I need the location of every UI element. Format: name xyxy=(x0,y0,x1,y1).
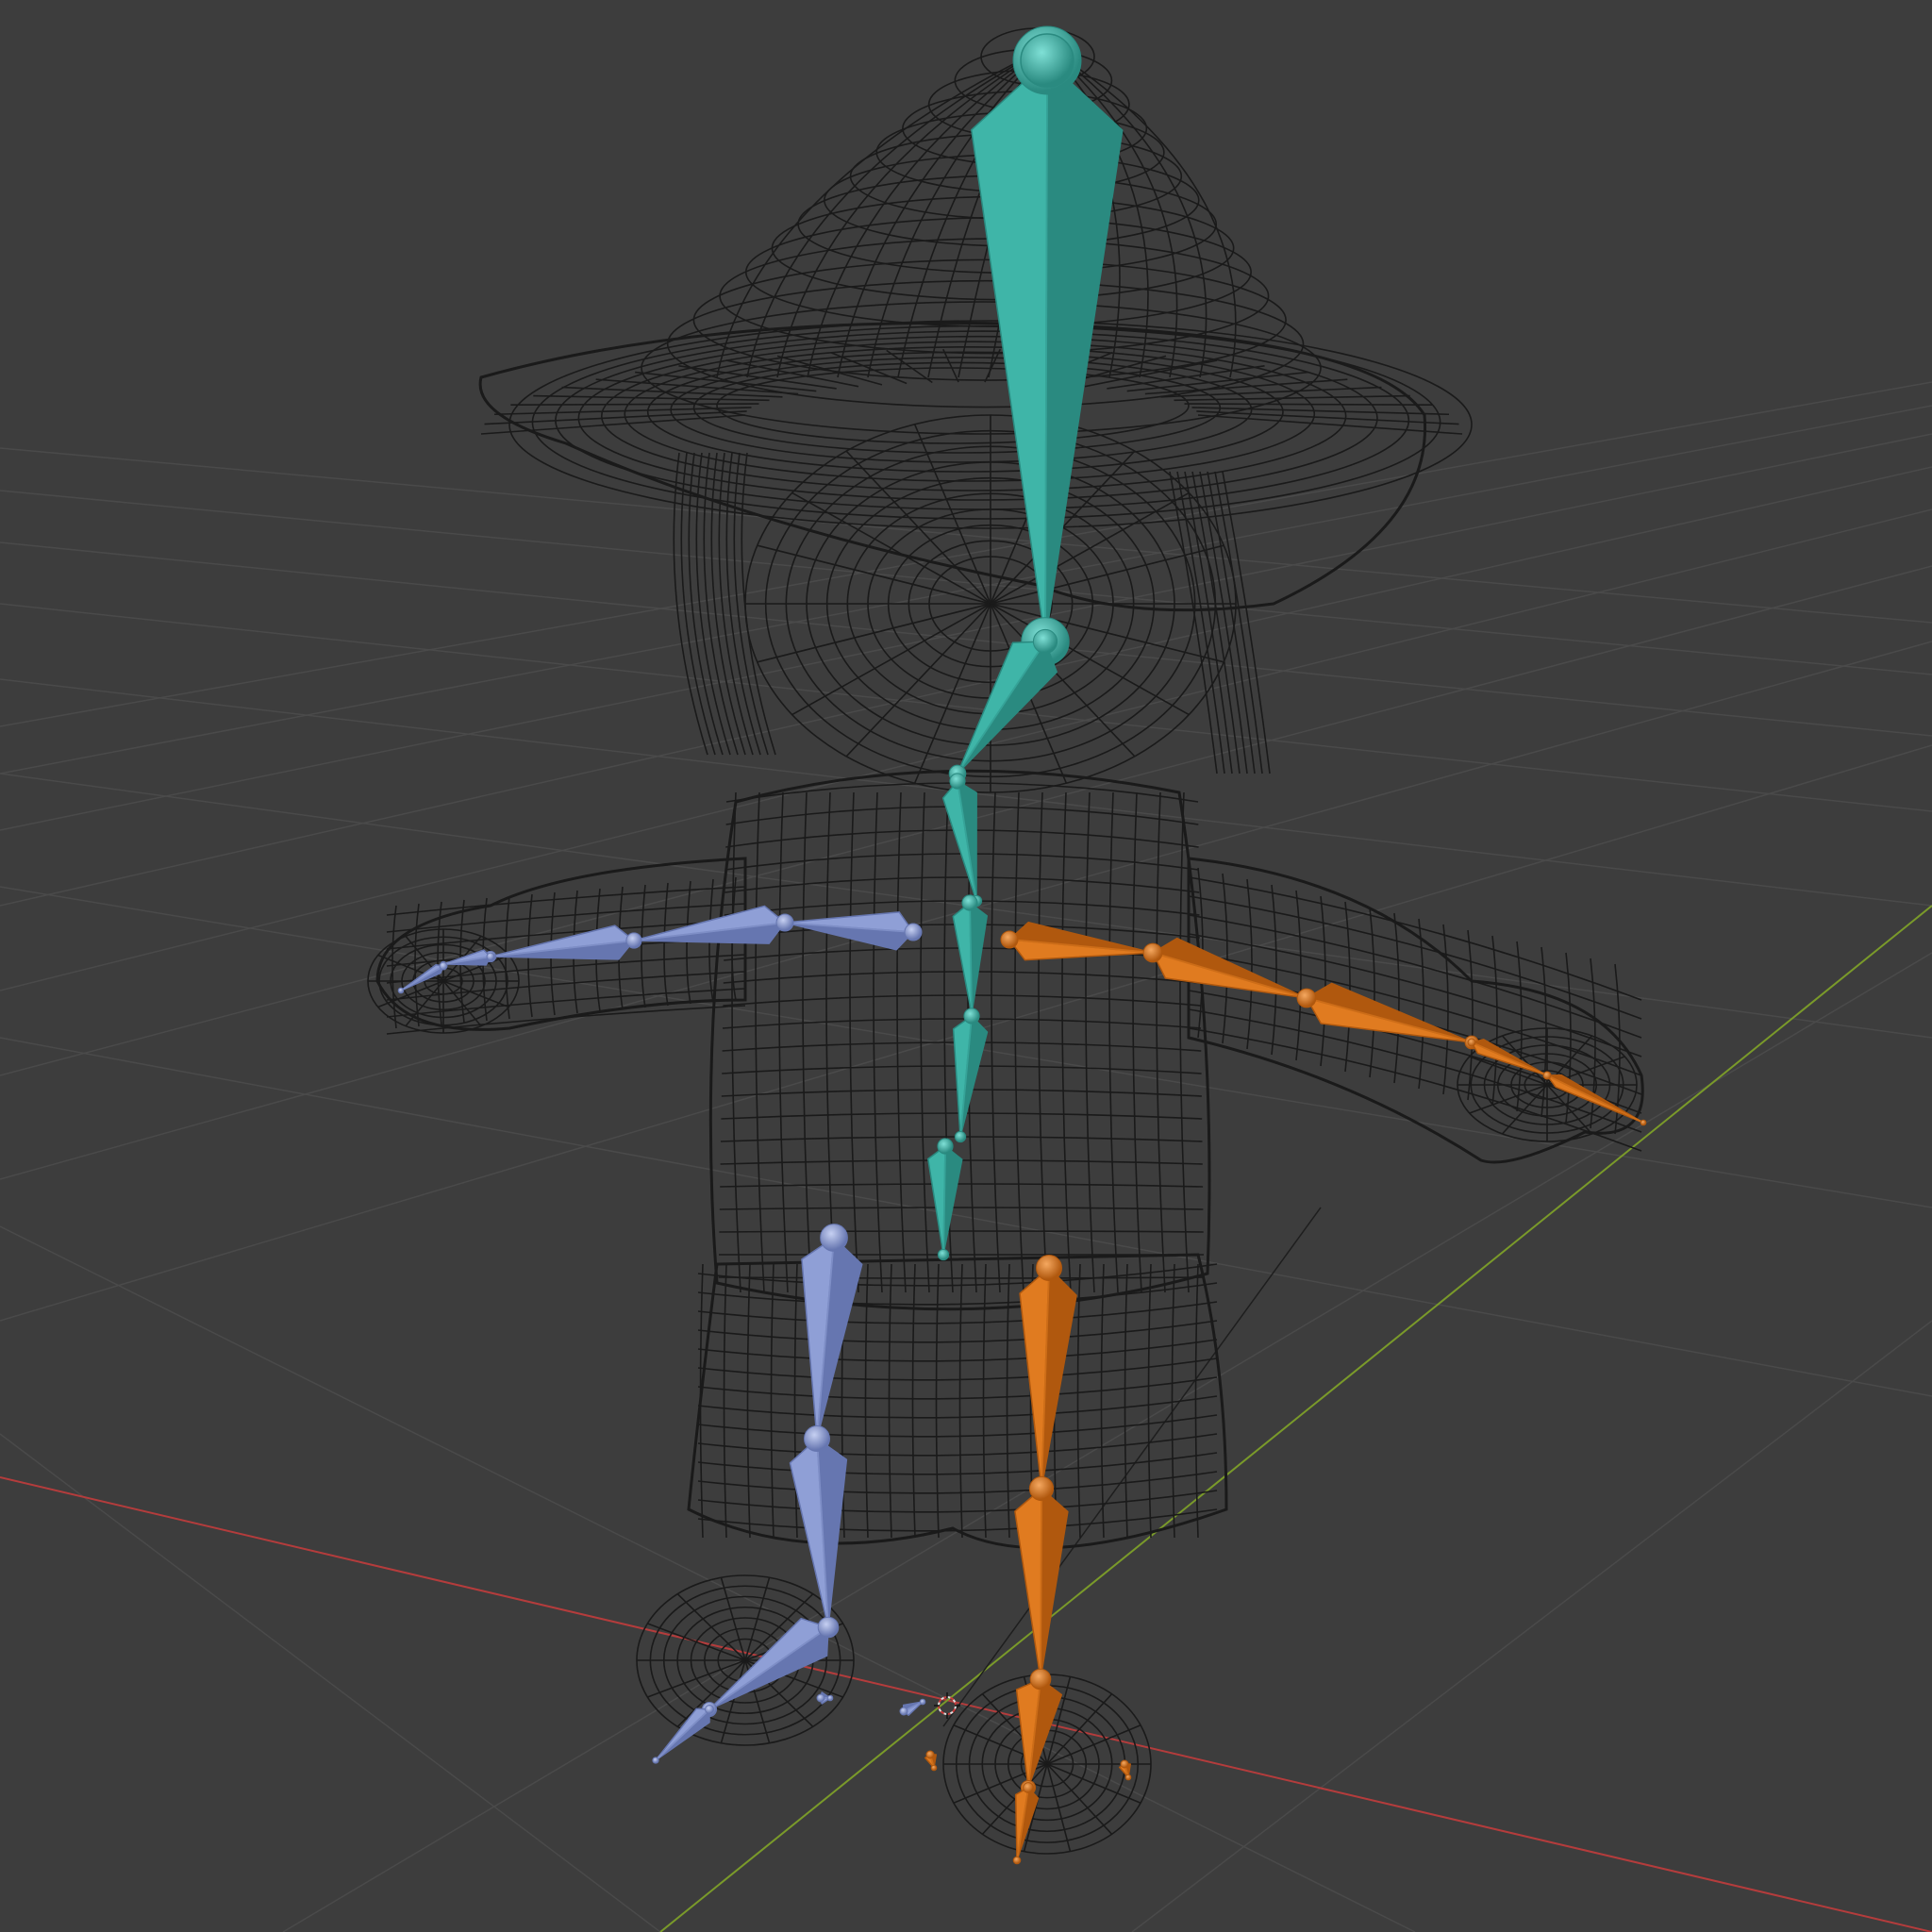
bone-spine-upper[interactable] xyxy=(941,773,983,908)
grid-line xyxy=(0,1433,661,1932)
bone-ik-target-l[interactable] xyxy=(899,1698,926,1716)
bone-ik-target-r[interactable] xyxy=(1118,1759,1132,1781)
bone-shin-r[interactable] xyxy=(1014,1475,1069,1689)
bone-heel-r[interactable] xyxy=(924,1750,938,1772)
grid-line xyxy=(1131,1320,1932,1932)
right-arm-mesh xyxy=(1187,857,1644,1164)
bone-thigh-r[interactable] xyxy=(1019,1255,1077,1498)
x-axis-line xyxy=(0,1476,1932,1932)
hat-brim-mesh xyxy=(478,320,1473,612)
armature[interactable] xyxy=(397,25,1647,1865)
bone-spine-low[interactable] xyxy=(952,1008,989,1143)
left-hand-mesh xyxy=(367,928,520,1034)
bone-hips[interactable] xyxy=(927,1138,963,1261)
bone-foot-r[interactable] xyxy=(1015,1668,1063,1796)
bone-spine-mid[interactable] xyxy=(952,894,988,1021)
bone-neck[interactable] xyxy=(948,628,1058,783)
bone-head-tail-joint[interactable] xyxy=(1020,33,1074,88)
bone-shin-l[interactable] xyxy=(789,1425,848,1637)
floor-grid xyxy=(0,381,1932,1932)
bone-forearm-l[interactable] xyxy=(484,924,642,963)
3d-cursor-icon[interactable] xyxy=(934,1692,960,1719)
grid-line xyxy=(0,447,1932,624)
viewport-scene[interactable] xyxy=(0,0,1932,1932)
pants-mesh xyxy=(687,1253,1228,1550)
bone-foot-l[interactable] xyxy=(701,1616,840,1718)
3d-viewport[interactable] xyxy=(0,0,1932,1932)
left-shoe-mesh xyxy=(636,1574,855,1746)
